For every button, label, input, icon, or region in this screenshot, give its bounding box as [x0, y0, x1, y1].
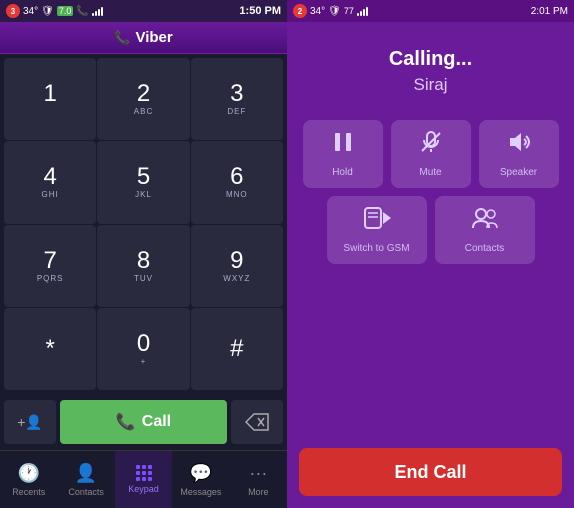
backspace-icon	[245, 413, 269, 431]
calling-header: Calling... Siraj	[287, 22, 574, 112]
nav-contacts[interactable]: 👤 Contacts	[57, 451, 114, 508]
contacts-icon-nav: 👤	[75, 463, 97, 484]
call-button[interactable]: 📞 Call	[60, 400, 227, 444]
key-8[interactable]: 8 TUV	[97, 225, 189, 307]
messages-icon: 💬	[190, 463, 212, 484]
time-left: 1:50 PM	[239, 5, 281, 17]
key-5[interactable]: 5 JKL	[97, 141, 189, 223]
hold-button[interactable]: Hold	[303, 120, 383, 188]
clock-icon: 🕐	[17, 463, 39, 484]
signal-bars-right	[357, 6, 368, 16]
signal-bars-left	[92, 6, 103, 16]
add-contact-button[interactable]: +👤	[4, 400, 56, 444]
shield-icon-right: 🛡	[328, 6, 341, 17]
calling-title: Calling...	[389, 48, 472, 71]
nav-keypad[interactable]: Keypad	[115, 451, 172, 508]
viber-logo: 📞 Viber	[114, 29, 172, 46]
viber-phone-icon: 📞	[114, 30, 130, 46]
call-controls: Hold Mute	[287, 112, 574, 444]
key-0[interactable]: 0 +	[97, 308, 189, 390]
key-9[interactable]: 9 WXYZ	[191, 225, 283, 307]
notification-badge-right: 2	[293, 4, 307, 18]
controls-row-2: Switch to GSM Contacts	[299, 196, 562, 264]
controls-row-1: Hold Mute	[299, 120, 562, 188]
notification-badge: 3	[6, 4, 20, 18]
speaker-label: Speaker	[500, 167, 537, 178]
end-call-label: End Call	[394, 462, 466, 483]
contacts-label: Contacts	[465, 243, 504, 254]
key-6[interactable]: 6 MNO	[191, 141, 283, 223]
time-right: 2:01 PM	[531, 6, 568, 17]
nav-more[interactable]: ··· More	[230, 451, 287, 508]
nav-more-label: More	[248, 487, 269, 497]
more-icon: ···	[249, 463, 267, 484]
nav-recents[interactable]: 🕐 Recents	[0, 451, 57, 508]
contacts-button[interactable]: Contacts	[435, 196, 535, 264]
calling-name: Siraj	[413, 75, 447, 95]
nav-keypad-label: Keypad	[128, 484, 159, 494]
keypad-grid-icon	[136, 465, 152, 481]
hold-label: Hold	[332, 167, 353, 178]
key-4[interactable]: 4 GHI	[4, 141, 96, 223]
volume-icon	[507, 130, 531, 161]
right-panel: 2 34° 🛡 77 2:01 PM Calling... Siraj	[287, 0, 574, 508]
key-hash[interactable]: #	[191, 308, 283, 390]
key-3[interactable]: 3 DEF	[191, 58, 283, 140]
temperature-right: 34°	[310, 6, 325, 17]
nav-messages[interactable]: 💬 Messages	[172, 451, 229, 508]
shield-version: 7.0	[57, 6, 74, 16]
status-bar-left: 3 34° 🛡 7.0 📞 1:50 PM	[0, 0, 287, 22]
switch-gsm-label: Switch to GSM	[343, 243, 409, 254]
mic-off-icon	[419, 130, 443, 161]
viber-app-name: Viber	[135, 29, 172, 46]
nav-contacts-label: Contacts	[68, 487, 104, 497]
viber-header: 📞 Viber	[0, 22, 287, 54]
mute-button[interactable]: Mute	[391, 120, 471, 188]
mute-label: Mute	[419, 167, 441, 178]
keypad-grid: 1 2 ABC 3 DEF 4 GHI 5 JKL 6 MNO 7 PQRS 8	[0, 54, 287, 394]
status-bar-right: 2 34° 🛡 77 2:01 PM	[287, 0, 574, 22]
action-row: +👤 📞 Call	[0, 394, 287, 450]
contacts-icon	[471, 206, 499, 237]
shield-icon: 🛡	[41, 6, 54, 17]
bottom-nav: 🕐 Recents 👤 Contacts Keypad 💬 Messages ·…	[0, 450, 287, 508]
phone-switch-icon	[363, 206, 391, 237]
temperature-left: 34°	[23, 6, 38, 17]
backspace-button[interactable]	[231, 400, 283, 444]
right-status-icons: 2 34° 🛡 77	[293, 4, 368, 18]
switch-gsm-button[interactable]: Switch to GSM	[327, 196, 427, 264]
key-2[interactable]: 2 ABC	[97, 58, 189, 140]
left-status-icons: 3 34° 🛡 7.0 📞	[6, 4, 103, 18]
call-label: Call	[142, 413, 171, 431]
end-call-button[interactable]: End Call	[299, 448, 562, 496]
nav-recents-label: Recents	[12, 487, 45, 497]
phone-icon-left: 📞	[76, 6, 88, 17]
signal-percent: 77	[344, 6, 354, 16]
key-1[interactable]: 1	[4, 58, 96, 140]
speaker-button[interactable]: Speaker	[479, 120, 559, 188]
key-7[interactable]: 7 PQRS	[4, 225, 96, 307]
key-star[interactable]: *	[4, 308, 96, 390]
left-panel: 3 34° 🛡 7.0 📞 1:50 PM 📞 Viber 1 2	[0, 0, 287, 508]
nav-messages-label: Messages	[180, 487, 221, 497]
pause-icon	[331, 130, 355, 161]
